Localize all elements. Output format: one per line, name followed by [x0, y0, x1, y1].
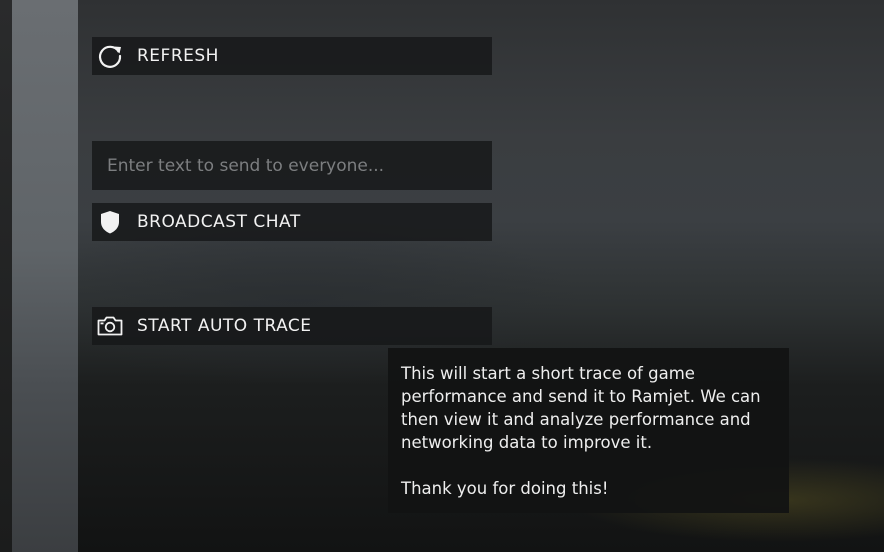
- chat-input[interactable]: [92, 141, 492, 190]
- tooltip-spacer: [401, 454, 776, 477]
- tooltip-line: networking data to improve it.: [401, 433, 653, 452]
- refresh-button[interactable]: REFRESH: [92, 37, 492, 75]
- broadcast-chat-button-label: BROADCAST CHAT: [137, 212, 301, 232]
- game-menu-screen: REFRESH BROADCAST CHAT START AUTO TRACE …: [0, 0, 884, 552]
- shield-icon: [96, 208, 124, 236]
- camera-icon: [96, 312, 124, 340]
- side-rail: [12, 0, 78, 552]
- left-edge-strip: [0, 0, 12, 552]
- broadcast-chat-button[interactable]: BROADCAST CHAT: [92, 203, 492, 241]
- refresh-button-label: REFRESH: [137, 46, 219, 66]
- tooltip-line: performance and send it to Ramjet. We ca…: [401, 387, 761, 406]
- tooltip-thanks: Thank you for doing this!: [401, 479, 609, 498]
- tooltip-line: then view it and analyze performance and: [401, 410, 751, 429]
- refresh-icon: [96, 42, 124, 70]
- start-auto-trace-button-label: START AUTO TRACE: [137, 316, 312, 336]
- auto-trace-tooltip: This will start a short trace of game pe…: [388, 348, 789, 513]
- start-auto-trace-button[interactable]: START AUTO TRACE: [92, 307, 492, 345]
- tooltip-line: This will start a short trace of game: [401, 364, 695, 383]
